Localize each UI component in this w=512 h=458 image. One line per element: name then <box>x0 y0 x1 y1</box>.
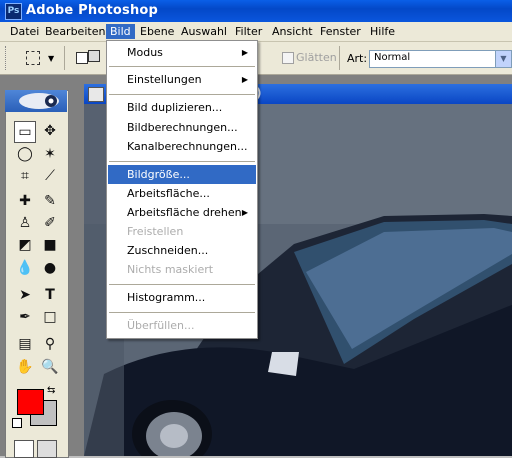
blur-tool[interactable]: 💧 <box>14 257 36 279</box>
menu-item-arbeitsflaeche[interactable]: Arbeitsfläche... <box>108 184 256 203</box>
add-selection-icon[interactable] <box>88 50 100 62</box>
submenu-arrow-icon: ▶ <box>241 75 248 84</box>
rect-marquee-icon <box>26 51 40 65</box>
menu-item-modus[interactable]: Modus ▶ <box>108 43 256 62</box>
options-divider <box>339 46 340 70</box>
zoom-tool[interactable]: 🔍 <box>39 356 61 378</box>
shape-tool[interactable]: □ <box>39 306 61 328</box>
menu-separator <box>109 312 255 313</box>
window-title: Adobe Photoshop <box>26 3 159 18</box>
menu-separator <box>109 284 255 285</box>
options-bar-grip[interactable] <box>5 46 9 70</box>
lasso-tool[interactable]: ◯ <box>14 143 36 165</box>
style-select-value: Normal <box>374 52 411 63</box>
style-label: Art: <box>347 52 368 65</box>
hand-tool[interactable]: ✋ <box>14 356 36 378</box>
standard-mode-button[interactable] <box>14 440 34 458</box>
foreground-color-swatch[interactable] <box>17 389 44 415</box>
menu-ebene[interactable]: Ebene <box>136 24 178 39</box>
options-divider <box>64 46 65 70</box>
notes-tool[interactable]: ▤ <box>14 333 36 355</box>
quick-mask-button[interactable] <box>37 440 57 458</box>
dodge-tool[interactable]: ● <box>39 257 61 279</box>
menu-auswahl[interactable]: Auswahl <box>177 24 231 39</box>
menu-filter[interactable]: Filter <box>231 24 266 39</box>
chevron-down-icon[interactable]: ▼ <box>48 54 54 63</box>
path-selection-tool[interactable]: ➤ <box>14 284 36 306</box>
magic-wand-tool[interactable]: ✶ <box>39 143 61 165</box>
menu-item-zuschneiden[interactable]: Zuschneiden... <box>108 241 256 260</box>
selection-mode-buttons[interactable] <box>76 50 106 66</box>
swap-colors-icon[interactable]: ⇆ <box>47 385 55 396</box>
menu-bearbeiten[interactable]: Bearbeiten <box>41 24 109 39</box>
healing-brush-tool[interactable]: ✚ <box>14 190 36 212</box>
rect-marquee-tool[interactable]: ▭ <box>14 121 36 143</box>
brush-tool[interactable]: ✎ <box>39 190 61 212</box>
chevron-down-icon[interactable]: ▼ <box>495 51 511 67</box>
menu-item-freistellen: Freistellen <box>127 225 184 238</box>
style-select[interactable]: Normal ▼ <box>369 50 512 68</box>
menu-hilfe[interactable]: Hilfe <box>366 24 399 39</box>
menu-separator <box>109 94 255 95</box>
crop-tool[interactable]: ⌗ <box>14 165 36 187</box>
menu-fenster[interactable]: Fenster <box>316 24 365 39</box>
menu-item-bildberechnungen[interactable]: Bildberechnungen... <box>108 118 256 137</box>
menu-separator <box>109 66 255 67</box>
default-colors-icon[interactable] <box>12 418 22 428</box>
menu-item-ueberfuellen: Überfüllen... <box>127 319 195 332</box>
toolbox-header[interactable] <box>5 90 67 112</box>
eyedropper-tool[interactable]: ⚲ <box>39 333 61 355</box>
menu-item-einstellungen[interactable]: Einstellungen ▶ <box>108 70 256 89</box>
menu-item-arbeitsflaeche-drehen[interactable]: Arbeitsfläche drehen ▶ <box>108 203 256 222</box>
submenu-arrow-icon: ▶ <box>241 48 248 57</box>
pen-tool[interactable]: ✒ <box>14 306 36 328</box>
menu-item-bild-duplizieren[interactable]: Bild duplizieren... <box>108 98 256 117</box>
history-brush-tool[interactable]: ✐ <box>39 212 61 234</box>
move-tool[interactable]: ✥ <box>39 120 61 142</box>
eye-logo-icon <box>19 93 59 109</box>
slice-tool[interactable]: ⟋ <box>39 165 61 187</box>
menu-item-histogramm[interactable]: Histogramm... <box>108 288 256 307</box>
menu-datei[interactable]: Datei <box>6 24 43 39</box>
eraser-tool[interactable]: ◩ <box>14 234 36 256</box>
new-selection-icon[interactable] <box>76 52 88 64</box>
photoshop-app-icon[interactable]: Ps <box>5 3 22 20</box>
clone-stamp-tool[interactable]: ♙ <box>14 212 36 234</box>
menu-bar: Datei Bearbeiten Bild Ebene Auswahl Filt… <box>0 22 512 42</box>
document-icon <box>88 87 104 102</box>
menu-item-kanalberechnungen[interactable]: Kanalberechnungen... <box>108 137 256 156</box>
tool-preset-picker[interactable] <box>22 48 42 68</box>
menu-bild[interactable]: Bild <box>106 24 135 39</box>
bild-menu-dropdown: Modus ▶ Einstellungen ▶ Bild duplizieren..… <box>106 40 258 339</box>
submenu-arrow-icon: ▶ <box>241 208 248 217</box>
menu-separator <box>109 161 255 162</box>
menu-item-nichts-maskiert: Nichts maskiert <box>127 263 214 276</box>
antialias-checkbox[interactable] <box>282 52 294 64</box>
menu-ansicht[interactable]: Ansicht <box>268 24 317 39</box>
menu-item-bildgroesse[interactable]: Bildgröße... <box>108 165 256 184</box>
type-tool[interactable]: T <box>39 284 61 306</box>
antialias-label: Glätten <box>296 51 337 64</box>
gradient-tool[interactable]: ■ <box>39 234 61 256</box>
